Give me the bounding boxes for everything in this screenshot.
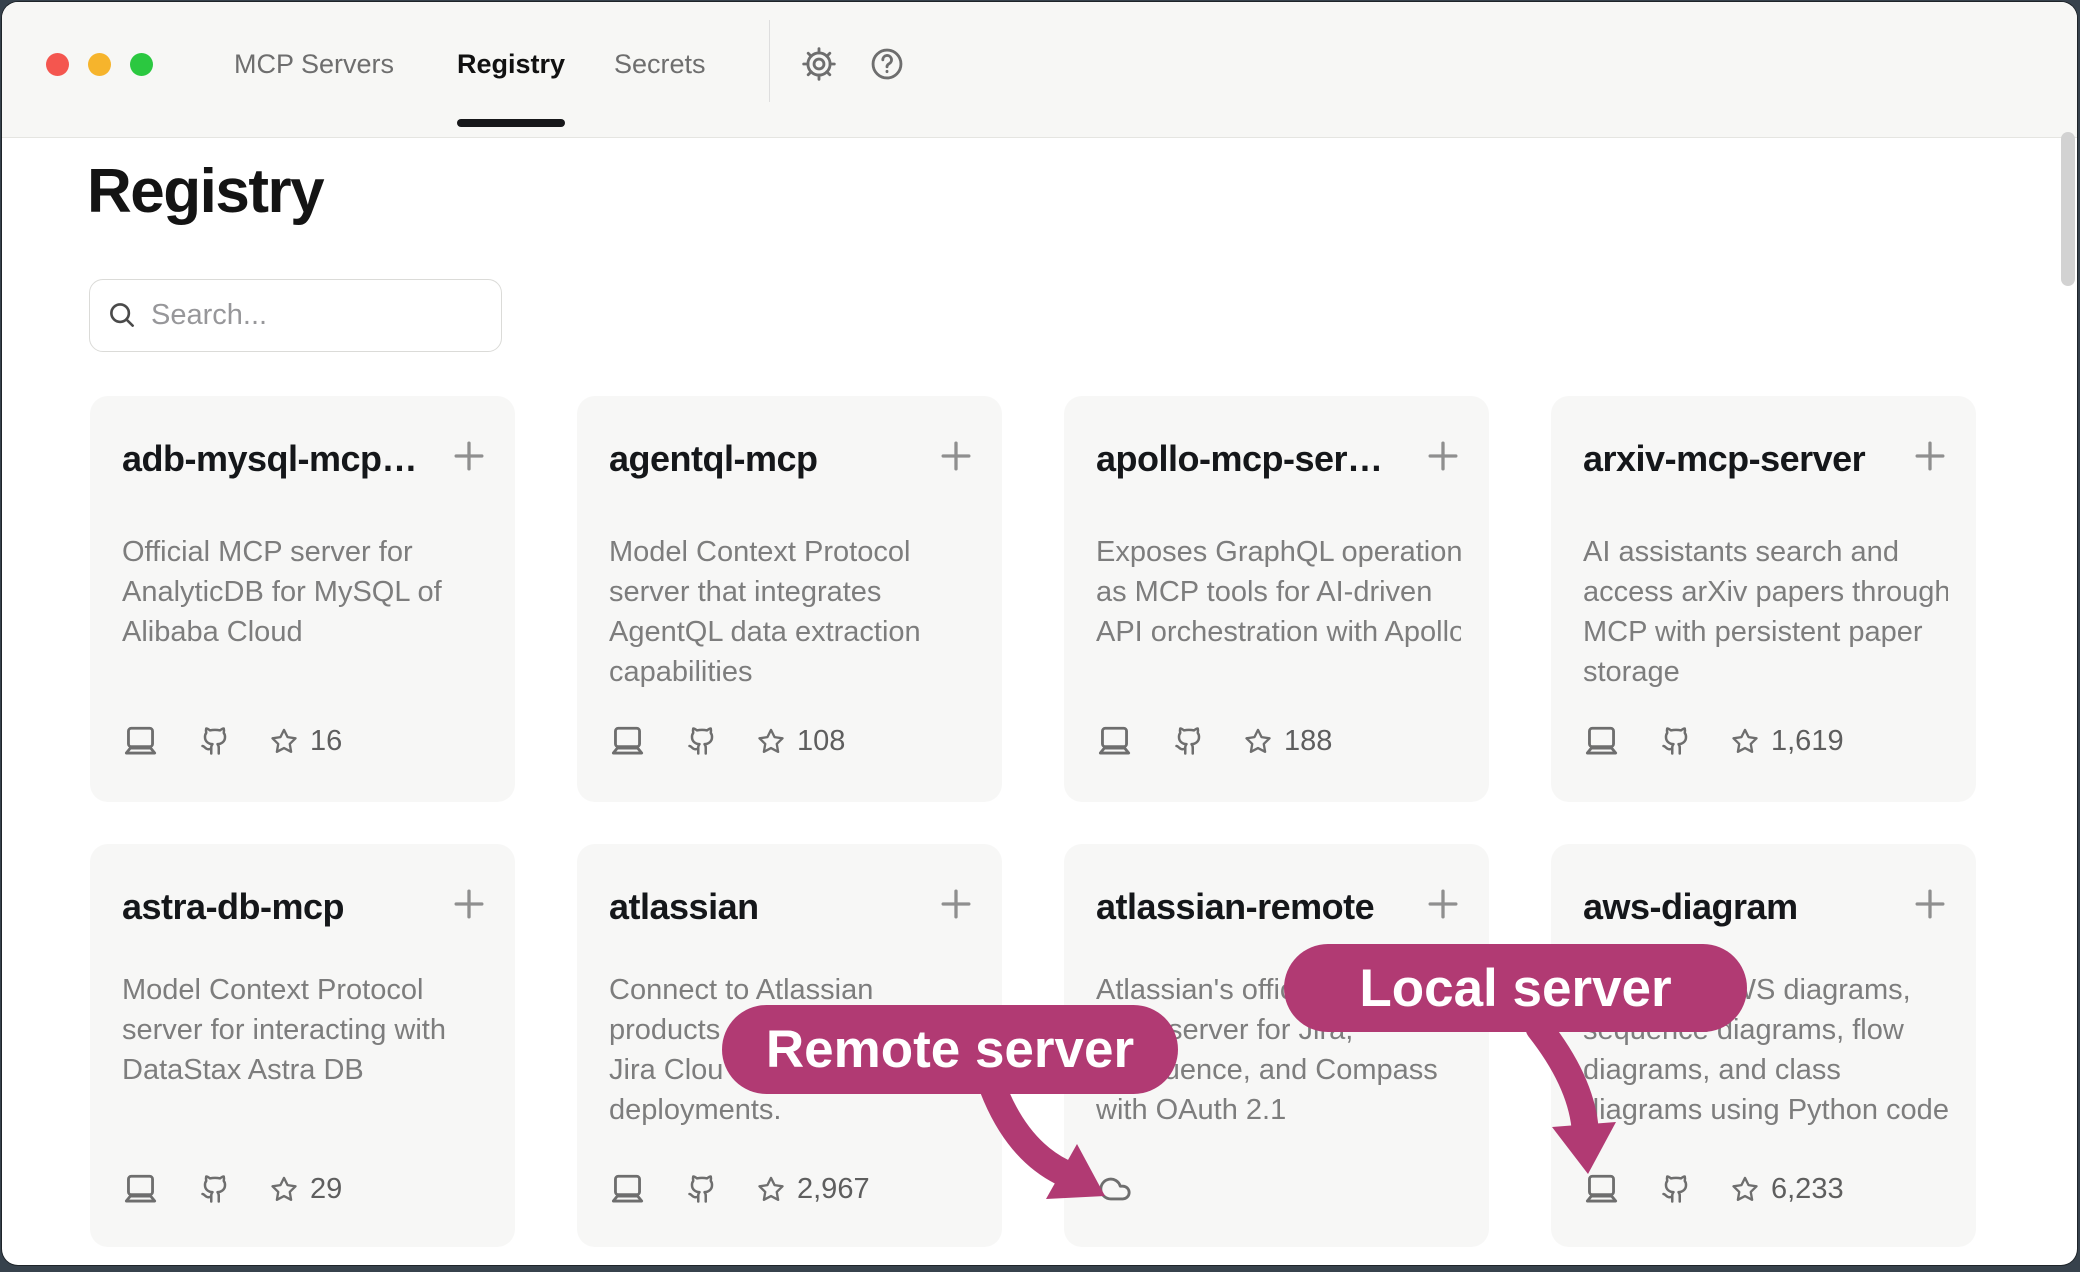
plus-icon [447, 882, 491, 926]
help-icon [869, 46, 905, 82]
add-server-button[interactable] [447, 882, 491, 926]
add-server-button[interactable] [1908, 434, 1952, 478]
traffic-lights [46, 53, 153, 76]
server-name: arxiv-mcp-server [1583, 438, 1890, 480]
search-input[interactable] [89, 279, 502, 352]
add-server-button[interactable] [934, 434, 978, 478]
app-window: MCP Servers Registry Secrets Registry ad… [2, 2, 2077, 1265]
page-title: Registry [87, 150, 323, 234]
server-card[interactable]: agentql-mcp Model Context Protocolserver… [577, 396, 1002, 802]
star-count: 2,967 [797, 1173, 870, 1206]
server-stats: 29 [122, 1166, 342, 1212]
star-icon [757, 727, 785, 755]
star-count: 29 [310, 1173, 342, 1206]
server-description: Model Context Protocolserver for interac… [122, 970, 487, 1130]
server-card[interactable]: arxiv-mcp-server AI assistants search an… [1551, 396, 1976, 802]
server-stats: 6,233 [1583, 1166, 1844, 1212]
server-name: aws-diagram [1583, 886, 1890, 928]
server-description: Exposes GraphQL operationsas MCP tools f… [1096, 532, 1461, 692]
server-description: Official MCP server forAnalyticDB for My… [122, 532, 487, 692]
laptop-icon [122, 1172, 159, 1206]
star-icon [1731, 1175, 1759, 1203]
nav-tab-secrets[interactable]: Secrets [614, 48, 706, 80]
server-name: astra-db-mcp [122, 886, 429, 928]
star-count: 108 [797, 725, 845, 758]
zoom-button[interactable] [130, 53, 153, 76]
github-icon [687, 726, 717, 756]
nav-divider [769, 20, 770, 102]
add-server-button[interactable] [934, 882, 978, 926]
star-count: 16 [310, 725, 342, 758]
callout-local-server: Local server [1284, 944, 1747, 1032]
server-card[interactable]: adb-mysql-mcp… Official MCP server forAn… [90, 396, 515, 802]
laptop-icon [1583, 724, 1620, 758]
star-icon [270, 1175, 298, 1203]
close-button[interactable] [46, 53, 69, 76]
gear-icon [801, 46, 837, 82]
github-icon [1174, 726, 1204, 756]
plus-icon [1908, 882, 1952, 926]
settings-button[interactable] [797, 42, 841, 86]
server-name: atlassian [609, 886, 916, 928]
plus-icon [934, 882, 978, 926]
laptop-icon [609, 1172, 646, 1206]
add-server-button[interactable] [1908, 882, 1952, 926]
add-server-button[interactable] [447, 434, 491, 478]
star-icon [1731, 727, 1759, 755]
server-card[interactable]: astra-db-mcp Model Context Protocolserve… [90, 844, 515, 1247]
laptop-icon [1583, 1172, 1620, 1206]
server-stats: 108 [609, 718, 845, 764]
add-server-button[interactable] [1421, 882, 1465, 926]
nav-tab-registry[interactable]: Registry [457, 48, 565, 80]
laptop-icon [1096, 724, 1133, 758]
server-name: adb-mysql-mcp… [122, 438, 429, 480]
star-count: 6,233 [1771, 1173, 1844, 1206]
server-description: Model Context Protocolserver that integr… [609, 532, 974, 692]
callout-remote-server: Remote server [722, 1005, 1178, 1094]
github-icon [1661, 1174, 1691, 1204]
star-icon [1244, 727, 1272, 755]
server-description: AI assistants search andaccess arXiv pap… [1583, 532, 1948, 692]
server-stats: 1,619 [1583, 718, 1844, 764]
plus-icon [1908, 434, 1952, 478]
server-stats: 188 [1096, 718, 1332, 764]
server-card[interactable]: aws-diagram Generate AWS diagrams,sequen… [1551, 844, 1976, 1247]
github-icon [687, 1174, 717, 1204]
plus-icon [447, 434, 491, 478]
add-server-button[interactable] [1421, 434, 1465, 478]
server-stats [1096, 1166, 1134, 1212]
plus-icon [934, 434, 978, 478]
star-icon [270, 727, 298, 755]
github-icon [200, 1174, 230, 1204]
star-icon [757, 1175, 785, 1203]
server-name: agentql-mcp [609, 438, 916, 480]
plus-icon [1421, 434, 1465, 478]
scrollbar-thumb[interactable] [2061, 132, 2075, 286]
active-tab-indicator [457, 119, 565, 127]
laptop-icon [122, 724, 159, 758]
server-name: apollo-mcp-ser… [1096, 438, 1403, 480]
help-button[interactable] [865, 42, 909, 86]
plus-icon [1421, 882, 1465, 926]
server-stats: 16 [122, 718, 342, 764]
cloud-icon [1096, 1172, 1134, 1206]
nav-tab-mcp-servers[interactable]: MCP Servers [234, 48, 394, 80]
server-card[interactable]: apollo-mcp-ser… Exposes GraphQL operatio… [1064, 396, 1489, 802]
header: MCP Servers Registry Secrets [2, 2, 2077, 138]
server-name: atlassian-remote [1096, 886, 1403, 928]
server-stats: 2,967 [609, 1166, 870, 1212]
star-count: 1,619 [1771, 725, 1844, 758]
screenshot-stage: MCP Servers Registry Secrets Registry ad… [0, 0, 2080, 1272]
github-icon [200, 726, 230, 756]
laptop-icon [609, 724, 646, 758]
star-count: 188 [1284, 725, 1332, 758]
minimize-button[interactable] [88, 53, 111, 76]
github-icon [1661, 726, 1691, 756]
